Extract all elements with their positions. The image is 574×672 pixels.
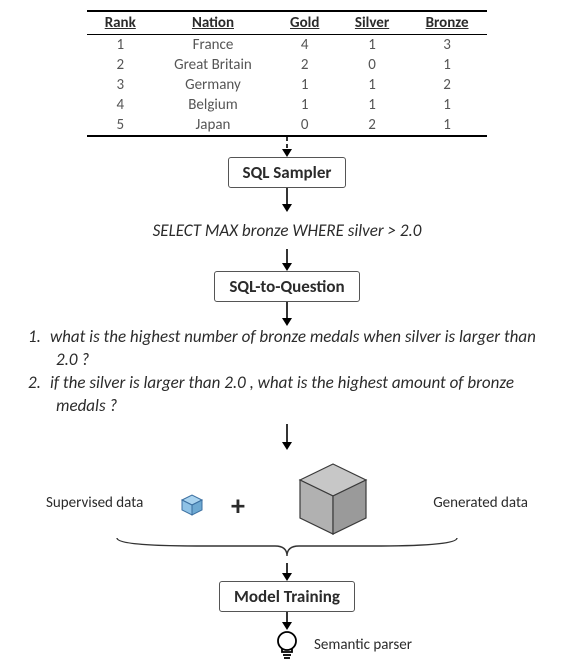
arrow-down-icon xyxy=(277,137,297,157)
col-rank: Rank xyxy=(87,11,154,35)
table-row: 3 Germany 1 1 2 xyxy=(87,75,487,95)
table-row: 1 France 4 1 3 xyxy=(87,35,487,56)
step-model-training: Model Training xyxy=(219,581,355,612)
large-cube-icon xyxy=(288,456,378,540)
table-row: 5 Japan 0 2 1 xyxy=(87,115,487,136)
small-cube-icon xyxy=(178,490,206,518)
table-row: 2 Great Britain 2 0 1 xyxy=(87,55,487,75)
arrow-down-icon xyxy=(277,302,297,326)
list-item: 1.what is the highest number of bronze m… xyxy=(56,326,540,372)
col-silver: Silver xyxy=(337,11,407,35)
step-sql-sampler: SQL Sampler xyxy=(228,157,347,188)
col-nation: Nation xyxy=(154,11,273,35)
lightbulb-icon xyxy=(273,630,301,660)
arrow-down-icon xyxy=(277,249,297,271)
medals-table: Rank Nation Gold Silver Bronze 1 France … xyxy=(87,10,487,137)
generated-questions: 1.what is the highest number of bronze m… xyxy=(20,326,554,418)
list-item: 2.if the silver is larger than 2.0 , wha… xyxy=(56,372,540,418)
sql-query-text: SELECT MAX bronze WHERE silver > 2.0 xyxy=(20,220,554,241)
col-gold: Gold xyxy=(272,11,337,35)
arrow-down-icon xyxy=(277,563,297,581)
label-semantic-parser: Semantic parser xyxy=(314,636,412,654)
table-row: 4 Belgium 1 1 1 xyxy=(87,95,487,115)
arrow-down-icon xyxy=(277,188,297,212)
col-bronze: Bronze xyxy=(407,11,487,35)
arrow-down-icon xyxy=(277,424,297,450)
label-supervised-data: Supervised data xyxy=(46,494,143,512)
arrow-down-icon xyxy=(277,612,297,630)
label-generated-data: Generated data xyxy=(433,494,528,512)
plus-icon: + xyxy=(231,488,245,523)
step-sql-to-question: SQL-to-Question xyxy=(214,271,359,302)
